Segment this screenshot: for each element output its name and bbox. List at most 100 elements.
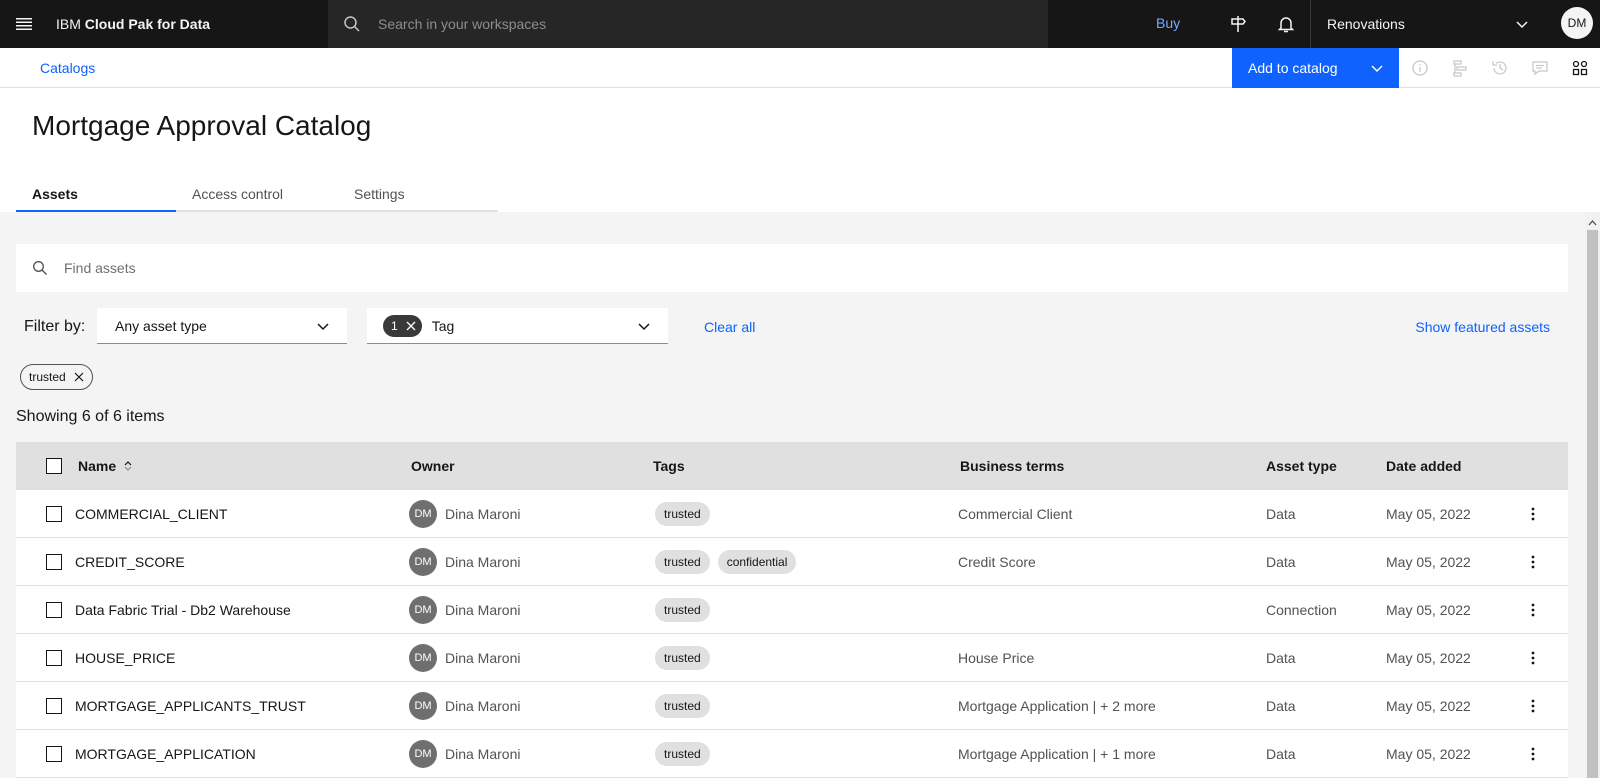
sort-icon <box>124 461 132 471</box>
owner-cell: DM Dina Maroni <box>409 538 520 586</box>
avatar: DM <box>409 740 437 768</box>
tab-assets[interactable]: Assets <box>16 176 176 212</box>
vertical-scrollbar[interactable] <box>1585 212 1600 778</box>
find-assets-input[interactable]: Find assets <box>16 244 1568 292</box>
scrollbar-thumb[interactable] <box>1587 230 1598 778</box>
table-row[interactable]: COMMERCIAL_CLIENT DM Dina Maroni trusted … <box>16 490 1568 538</box>
tab-settings[interactable]: Settings <box>338 176 498 212</box>
avatar: DM <box>409 548 437 576</box>
asset-type-cell: Data <box>1266 746 1296 762</box>
tab-access-control[interactable]: Access control <box>176 176 338 212</box>
close-icon <box>406 321 416 330</box>
asset-type-dropdown[interactable]: Any asset type <box>97 308 347 344</box>
asset-type-cell: Data <box>1266 698 1296 714</box>
asset-name-link[interactable]: MORTGAGE_APPLICATION <box>75 730 256 778</box>
tags-cell: trusted confidential <box>655 538 804 586</box>
table-row[interactable]: MORTGAGE_APPLICATION DM Dina Maroni trust… <box>16 730 1568 778</box>
add-to-catalog-button[interactable]: Add to catalog <box>1232 48 1399 88</box>
overflow-menu-icon[interactable] <box>1525 490 1541 538</box>
column-header-date-added: Date added <box>1386 458 1462 474</box>
global-search-input[interactable]: Search in your workspaces <box>328 0 1048 48</box>
notification-bell-icon[interactable] <box>1274 12 1298 36</box>
info-icon[interactable] <box>1408 56 1432 80</box>
asset-type-cell: Data <box>1266 506 1296 522</box>
date-added-cell: May 05, 2022 <box>1386 554 1471 570</box>
asset-type-value: Any asset type <box>115 317 207 334</box>
avatar: DM <box>409 596 437 624</box>
chevron-down-icon <box>1514 16 1530 35</box>
lineage-icon[interactable] <box>1448 56 1472 80</box>
owner-cell: DM Dina Maroni <box>409 586 520 634</box>
results-count: Showing 6 of 6 items <box>16 408 165 425</box>
find-assets-placeholder: Find assets <box>64 260 136 276</box>
row-checkbox[interactable] <box>46 538 62 586</box>
column-header-owner: Owner <box>411 458 455 474</box>
account-switcher[interactable]: Renovations <box>1310 0 1546 48</box>
business-terms-cell: Commercial Client <box>958 506 1073 522</box>
asset-name-link[interactable]: MORTGAGE_APPLICANTS_TRUST <box>75 682 306 730</box>
column-header-name[interactable]: Name <box>78 442 132 490</box>
column-header-business-terms: Business terms <box>960 458 1065 474</box>
asset-name-link[interactable]: CREDIT_SCORE <box>75 538 185 586</box>
chevron-down-icon <box>636 318 652 337</box>
signpost-icon[interactable] <box>1226 12 1250 36</box>
user-avatar[interactable]: DM <box>1561 7 1593 39</box>
overflow-menu-icon[interactable] <box>1525 682 1541 730</box>
avatar: DM <box>409 644 437 672</box>
tag-badge: trusted <box>655 646 710 670</box>
overflow-menu-icon[interactable] <box>1525 730 1541 778</box>
tag-badge: trusted <box>655 550 710 574</box>
breadcrumb-catalogs[interactable]: Catalogs <box>40 60 95 76</box>
show-featured-assets-link[interactable]: Show featured assets <box>1415 319 1550 335</box>
menu-icon[interactable] <box>0 0 48 48</box>
date-added-cell: May 05, 2022 <box>1386 506 1471 522</box>
table-row[interactable]: MORTGAGE_APPLICANTS_TRUST DM Dina Maroni … <box>16 682 1568 730</box>
date-added-cell: May 05, 2022 <box>1386 746 1471 762</box>
row-checkbox[interactable] <box>46 682 62 730</box>
tag-badge: trusted <box>655 694 710 718</box>
overflow-menu-icon[interactable] <box>1525 586 1541 634</box>
account-name: Renovations <box>1327 16 1405 32</box>
tag-badge: trusted <box>655 502 710 526</box>
overflow-menu-icon[interactable] <box>1525 634 1541 682</box>
row-checkbox[interactable] <box>46 490 62 538</box>
tag-dropdown[interactable]: 1 Tag <box>367 308 668 344</box>
owner-cell: DM Dina Maroni <box>409 634 520 682</box>
asset-type-cell: Connection <box>1266 602 1337 618</box>
asset-name-link[interactable]: Data Fabric Trial - Db2 Warehouse <box>75 586 291 634</box>
overflow-menu-icon[interactable] <box>1525 538 1541 586</box>
asset-name-link[interactable]: COMMERCIAL_CLIENT <box>75 490 227 538</box>
chevron-down-icon <box>1369 60 1385 79</box>
owner-cell: DM Dina Maroni <box>409 490 520 538</box>
table-row[interactable]: HOUSE_PRICE DM Dina Maroni trusted House … <box>16 634 1568 682</box>
table-row[interactable]: CREDIT_SCORE DM Dina Maroni trusted confid… <box>16 538 1568 586</box>
business-terms-cell: Mortgage Application | + 1 more <box>958 746 1156 762</box>
row-checkbox[interactable] <box>46 586 62 634</box>
select-all-checkbox[interactable] <box>46 442 62 490</box>
product-name[interactable]: IBM Cloud Pak for Data <box>48 16 328 32</box>
row-checkbox[interactable] <box>46 634 62 682</box>
buy-link[interactable]: Buy <box>1156 15 1180 31</box>
tags-cell: trusted <box>655 586 718 634</box>
table-row[interactable]: Data Fabric Trial - Db2 Warehouse DM Dina… <box>16 586 1568 634</box>
add-to-catalog-label: Add to catalog <box>1248 60 1338 76</box>
owner-cell: DM Dina Maroni <box>409 682 520 730</box>
search-icon <box>16 260 64 276</box>
history-icon[interactable] <box>1488 56 1512 80</box>
close-icon[interactable] <box>74 372 84 382</box>
page-title: Mortgage Approval Catalog <box>32 110 372 141</box>
filter-by-label: Filter by: <box>24 318 86 335</box>
active-tag-label: trusted <box>29 370 66 384</box>
clear-all-link[interactable]: Clear all <box>704 319 755 335</box>
date-added-cell: May 05, 2022 <box>1386 698 1471 714</box>
asset-name-link[interactable]: HOUSE_PRICE <box>75 634 175 682</box>
active-tag-chip: trusted <box>20 364 93 390</box>
row-checkbox[interactable] <box>46 730 62 778</box>
secondary-header: Catalogs Add to catalog <box>0 48 1600 88</box>
search-icon <box>328 0 376 48</box>
comment-icon[interactable] <box>1528 56 1552 80</box>
tag-dropdown-label: Tag <box>431 317 455 334</box>
avatar: DM <box>409 500 437 528</box>
tag-filter-count[interactable]: 1 <box>383 314 422 337</box>
apps-icon[interactable] <box>1568 56 1592 80</box>
